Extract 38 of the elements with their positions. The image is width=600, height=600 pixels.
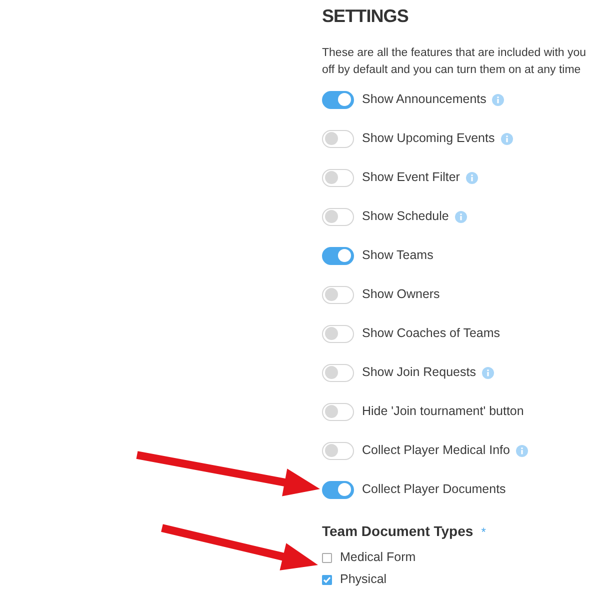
toggle-switch[interactable]: [322, 168, 354, 186]
setting-label: Show Join Requests: [362, 364, 476, 382]
toggle-switch[interactable]: [322, 130, 354, 148]
required-mark: *: [481, 524, 486, 540]
toggle-switch[interactable]: [322, 246, 354, 264]
info-icon[interactable]: [466, 172, 478, 184]
setting-label: Show Coaches of Teams: [362, 325, 500, 342]
toggle-switch[interactable]: [322, 480, 354, 498]
toggle-switch[interactable]: [322, 286, 354, 304]
check-icon: [323, 576, 331, 584]
section-heading: Team Document Types: [322, 522, 474, 541]
setting-label: Show Announcements: [362, 91, 486, 108]
description-line: off by default and you can turn them on at any time: [322, 63, 581, 78]
checkbox-label: Physical: [340, 571, 387, 588]
setting-label: Show Teams: [362, 247, 434, 264]
page-title: SETTINGS: [322, 5, 408, 28]
setting-label: Collect Player Medical Info: [362, 442, 510, 460]
info-icon[interactable]: [454, 210, 467, 222]
setting-label: Show Owners: [362, 286, 440, 304]
info-icon[interactable]: [516, 444, 528, 456]
info-icon[interactable]: [500, 132, 513, 144]
toggle-switch[interactable]: [322, 402, 354, 420]
toggle-switch[interactable]: [322, 364, 354, 382]
info-icon[interactable]: [482, 366, 494, 378]
checkbox-label: Medical Form: [340, 549, 416, 566]
description-line: These are all the features that are included with you: [322, 46, 586, 61]
toggle-switch[interactable]: [322, 324, 354, 342]
toggle-switch[interactable]: [322, 208, 354, 226]
setting-label: Show Upcoming Events: [362, 130, 495, 148]
checkbox[interactable]: [322, 574, 332, 584]
info-icon[interactable]: [492, 94, 504, 106]
checkbox[interactable]: [322, 552, 332, 562]
setting-label: Collect Player Documents: [362, 481, 506, 498]
setting-label: Hide 'Join tournament' button: [362, 403, 524, 420]
setting-label: Show Event Filter: [362, 169, 460, 186]
toggle-switch[interactable]: [322, 442, 354, 460]
setting-label: Show Schedule: [362, 208, 449, 226]
toggle-switch[interactable]: [322, 90, 354, 108]
